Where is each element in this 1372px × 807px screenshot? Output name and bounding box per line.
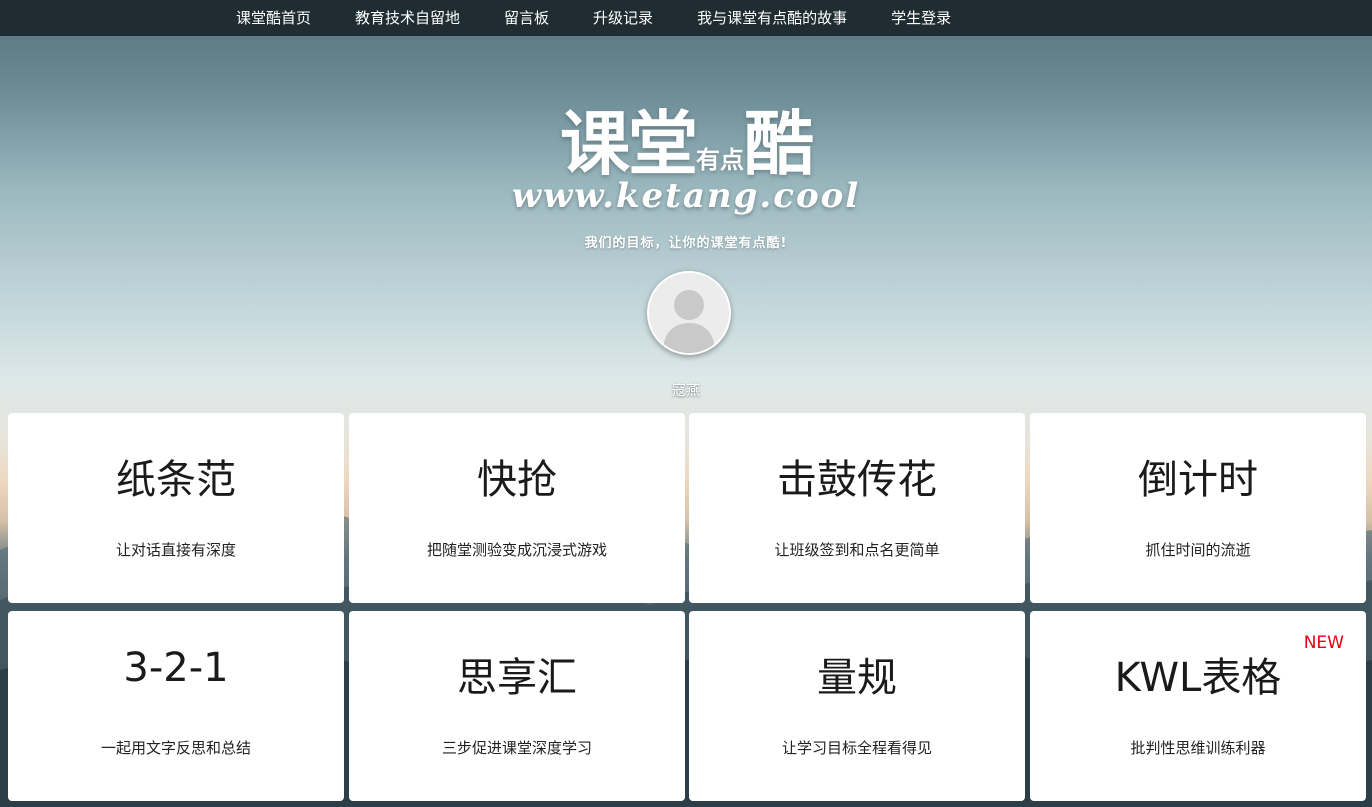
nav-item-student-login[interactable]: 学生登录 [869,0,973,36]
card-rubric[interactable]: 量规 让学习目标全程看得见 [689,611,1025,801]
top-navigation-bar: 课堂酷首页 教育技术自留地 留言板 升级记录 我与课堂有点酷的故事 学生登录 [0,0,1372,36]
site-url: www.ketang.cool [511,176,861,216]
card-kuaiqiang[interactable]: 快抢 把随堂测验变成沉浸式游戏 [349,413,685,603]
card-description: 批判性思维训练利器 [1130,739,1266,757]
card-description: 把随堂测验变成沉浸式游戏 [426,541,607,559]
card-title: 快抢 [477,457,557,503]
default-user-avatar-icon [649,273,729,353]
nav-menu: 课堂酷首页 教育技术自留地 留言板 升级记录 我与课堂有点酷的故事 学生登录 [214,0,973,36]
card-description: 让班级签到和点名更简单 [774,541,940,559]
username-label: 寇燕 [672,383,700,399]
nav-item-message-board[interactable]: 留言板 [482,0,571,36]
card-description: 让对话直接有深度 [115,541,236,559]
logo-text-part1: 课堂 [560,103,698,185]
card-title: 量规 [817,655,897,701]
card-kwl-table[interactable]: NEW KWL表格 批判性思维训练利器 [1030,611,1366,801]
card-sixianghui[interactable]: 思享汇 三步促进课堂深度学习 [349,611,685,801]
site-slogan: 我们的目标，让你的课堂有点酷! [584,236,788,251]
logo-text-part3: 酷 [744,103,814,185]
card-3-2-1[interactable]: 3-2-1 一起用文字反思和总结 [8,611,344,801]
card-jigu-chuanhua[interactable]: 击鼓传花 让班级签到和点名更简单 [689,413,1025,603]
card-title: 3-2-1 [123,645,229,691]
hero-section: 课堂有点酷 www.ketang.cool 我们的目标，让你的课堂有点酷! 寇燕 [0,36,1372,411]
card-description: 三步促进课堂深度学习 [441,739,592,757]
card-zhitiaofan[interactable]: 纸条范 让对话直接有深度 [8,413,344,603]
card-title: 纸条范 [116,457,236,503]
nav-item-changelog[interactable]: 升级记录 [571,0,675,36]
card-title: KWL表格 [1114,655,1282,701]
card-description: 抓住时间的流逝 [1145,541,1251,559]
site-logo: 课堂有点酷 [0,88,1372,189]
card-countdown[interactable]: 倒计时 抓住时间的流逝 [1030,413,1366,603]
nav-item-edtech[interactable]: 教育技术自留地 [333,0,482,36]
card-title: 思享汇 [457,655,577,701]
card-title: 击鼓传花 [777,457,937,503]
card-description: 一起用文字反思和总结 [100,739,251,757]
user-avatar[interactable] [647,271,731,355]
nav-item-stories[interactable]: 我与课堂有点酷的故事 [675,0,869,36]
nav-item-home[interactable]: 课堂酷首页 [214,0,333,36]
logo-text-part2: 有点 [696,146,744,174]
card-title: 倒计时 [1138,457,1258,503]
card-description: 让学习目标全程看得见 [781,739,932,757]
